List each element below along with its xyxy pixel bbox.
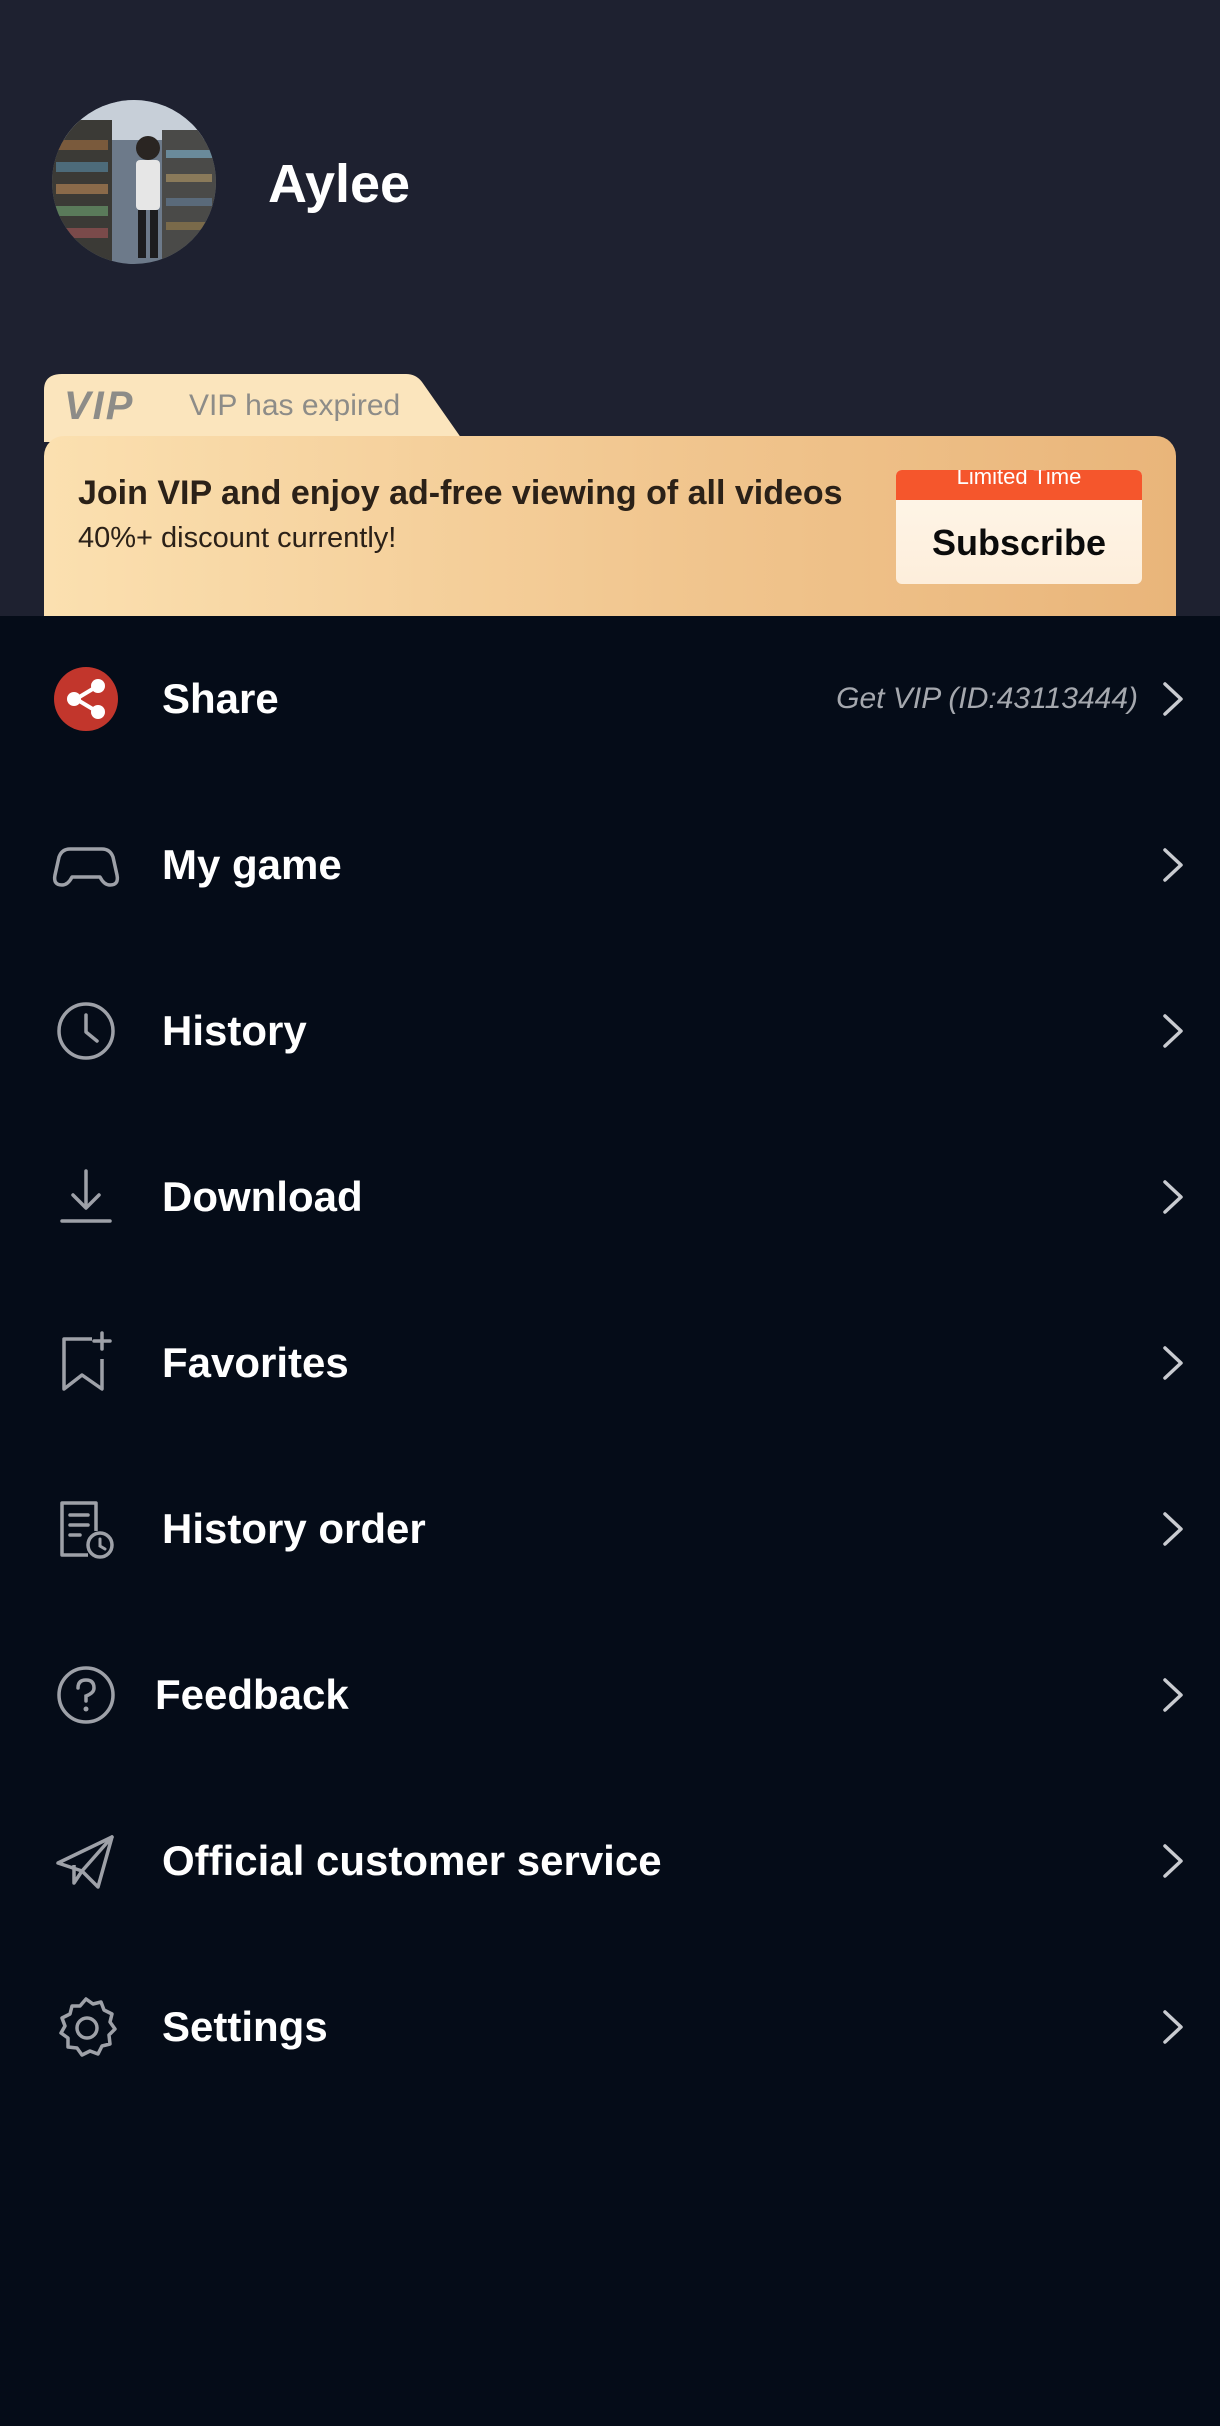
- menu-item-settings[interactable]: Settings: [0, 1944, 1220, 2110]
- order-history-icon: [52, 1495, 120, 1563]
- subscribe-label: Subscribe: [931, 522, 1107, 563]
- chevron-right-icon: [1162, 847, 1184, 883]
- limited-time-badge: Limited Time: [896, 470, 1142, 500]
- chevron-right-icon: [1162, 1677, 1184, 1713]
- menu-item-download[interactable]: Download: [0, 1114, 1220, 1280]
- chevron-right-icon: [1162, 1179, 1184, 1215]
- menu-item-history-order[interactable]: History order: [0, 1446, 1220, 1612]
- menu-label-feedback: Feedback: [155, 1671, 349, 1718]
- vip-promo-title: Join VIP and enjoy ad-free viewing of al…: [78, 474, 843, 512]
- avatar-photo-icon: [52, 100, 216, 264]
- menu-label-favorites: Favorites: [162, 1339, 349, 1386]
- menu-label-settings: Settings: [162, 2003, 328, 2050]
- username: Aylee: [268, 154, 411, 214]
- chevron-right-icon: [1162, 681, 1184, 717]
- menu-item-share[interactable]: Share Get VIP (ID:43113444): [0, 616, 1220, 782]
- menu-label-share: Share: [162, 675, 279, 722]
- vip-status-text: VIP has expired: [189, 389, 401, 422]
- chevron-right-icon: [1162, 1013, 1184, 1049]
- chevron-right-icon: [1162, 1843, 1184, 1879]
- share-vip-id-text: Get VIP (ID:43113444): [836, 682, 1138, 715]
- menu-label-customer-service: Official customer service: [162, 1837, 662, 1884]
- menu-item-favorites[interactable]: Favorites: [0, 1280, 1220, 1446]
- profile-header: Aylee VIP VIP has expired Join VIP and e…: [0, 0, 1220, 616]
- vip-promo-card[interactable]: Join VIP and enjoy ad-free viewing of al…: [44, 436, 1176, 616]
- menu-label-history: History: [162, 1007, 307, 1054]
- menu-label-download: Download: [162, 1173, 363, 1220]
- vip-status-tab: VIP VIP has expired: [44, 372, 474, 442]
- gamepad-icon: [52, 831, 120, 899]
- chevron-right-icon: [1162, 1345, 1184, 1381]
- chevron-right-icon: [1162, 1511, 1184, 1547]
- clock-icon: [52, 997, 120, 1065]
- paper-plane-icon: [52, 1827, 120, 1895]
- download-icon: [52, 1163, 120, 1231]
- menu-label-my-game: My game: [162, 841, 342, 888]
- subscribe-button[interactable]: Limited Time Subscribe: [896, 470, 1142, 584]
- menu-item-my-game[interactable]: My game: [0, 782, 1220, 948]
- share-icon: [52, 665, 120, 733]
- chevron-right-icon: [1162, 2009, 1184, 2045]
- bookmark-add-icon: [52, 1329, 120, 1397]
- menu-item-history[interactable]: History: [0, 948, 1220, 1114]
- menu-label-history-order: History order: [162, 1505, 426, 1552]
- vip-promo-subtitle: 40%+ discount currently!: [78, 522, 397, 554]
- menu-item-customer-service[interactable]: Official customer service: [0, 1778, 1220, 1944]
- avatar[interactable]: [52, 100, 216, 264]
- menu-item-feedback[interactable]: Feedback: [0, 1612, 1220, 1778]
- gear-icon: [52, 1993, 120, 2061]
- help-circle-icon: [52, 1661, 120, 1729]
- vip-logo-icon: VIP: [64, 384, 135, 428]
